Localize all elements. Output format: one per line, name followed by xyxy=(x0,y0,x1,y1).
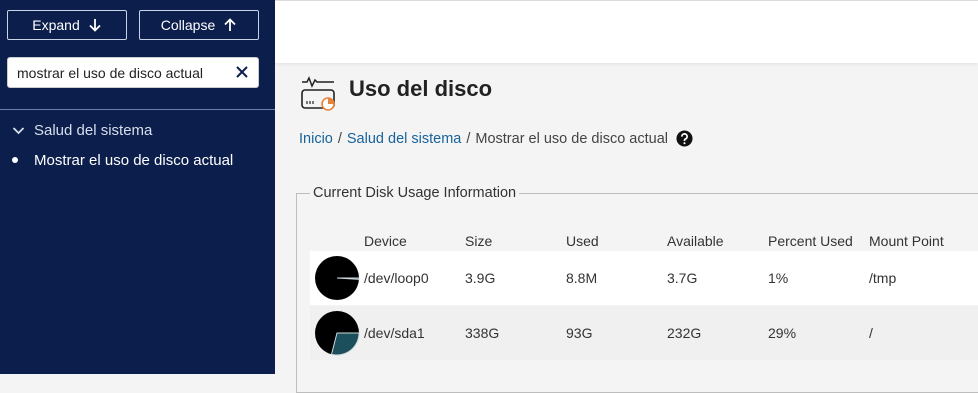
search-input[interactable] xyxy=(8,58,228,87)
sidebar-item-disk-usage[interactable]: Mostrar el uso de disco actual xyxy=(12,151,233,169)
cell-used: 93G xyxy=(566,325,593,341)
cell-size: 3.9G xyxy=(465,270,496,286)
sidebar: Expand Collapse Salud del sistema Mostra… xyxy=(0,0,275,374)
column-header-used: Used xyxy=(566,233,599,249)
disk-usage-icon xyxy=(301,76,335,111)
cell-available: 3.7G xyxy=(667,270,698,286)
column-header-available: Available xyxy=(667,233,724,249)
cell-used: 8.8M xyxy=(566,270,598,286)
arrow-down-icon xyxy=(89,19,101,32)
close-icon[interactable] xyxy=(234,64,250,80)
table-row: /dev/loop0 3.9G 8.8M 3.7G 1% /tmp xyxy=(310,251,978,305)
bullet-icon xyxy=(12,157,18,163)
usage-pie-chart xyxy=(315,256,360,300)
collapse-label: Collapse xyxy=(160,17,216,33)
column-header-mount-point: Mount Point xyxy=(869,233,944,249)
cell-percent-used: 1% xyxy=(768,270,789,286)
cell-device: /dev/loop0 xyxy=(364,270,429,286)
cell-available: 232G xyxy=(667,325,702,341)
column-header-percent-used: Percent Used xyxy=(768,233,853,249)
table-row: /dev/sda1 338G 93G 232G 29% / xyxy=(310,306,978,360)
collapse-button[interactable]: Collapse xyxy=(139,10,259,40)
sidebar-item-label: Mostrar el uso de disco actual xyxy=(34,151,234,169)
sidebar-group-label: Salud del sistema xyxy=(34,121,153,139)
column-header-device: Device xyxy=(364,233,407,249)
search-box xyxy=(7,57,259,88)
panel-legend: Current Disk Usage Information xyxy=(310,185,520,201)
top-bar xyxy=(275,0,978,63)
help-icon[interactable] xyxy=(676,130,693,147)
breadcrumb-current: Mostrar el uso de disco actual xyxy=(475,130,668,147)
breadcrumb-inicio[interactable]: Inicio xyxy=(299,131,333,147)
chevron-down-icon xyxy=(12,126,25,134)
breadcrumb: Inicio / Salud del sistema / Mostrar el … xyxy=(299,130,693,147)
cell-size: 338G xyxy=(465,325,500,341)
page-title: Uso del disco xyxy=(349,76,493,101)
pie-used-slice xyxy=(330,332,360,356)
cell-percent-used: 29% xyxy=(768,325,797,341)
cell-device: /dev/sda1 xyxy=(364,325,425,341)
sidebar-divider xyxy=(0,109,275,110)
arrow-up-icon xyxy=(224,18,236,31)
breadcrumb-separator: / xyxy=(466,130,471,147)
usage-pie-chart xyxy=(315,311,360,356)
cell-mount-point: /tmp xyxy=(869,270,897,286)
sidebar-group-salud-del-sistema[interactable]: Salud del sistema xyxy=(12,121,152,139)
expand-label: Expand xyxy=(32,17,80,33)
cell-mount-point: / xyxy=(869,325,873,341)
breadcrumb-separator: / xyxy=(337,130,342,147)
column-header-size: Size xyxy=(465,233,493,249)
expand-button[interactable]: Expand xyxy=(7,10,127,40)
breadcrumb-salud-del-sistema[interactable]: Salud del sistema xyxy=(347,131,461,147)
